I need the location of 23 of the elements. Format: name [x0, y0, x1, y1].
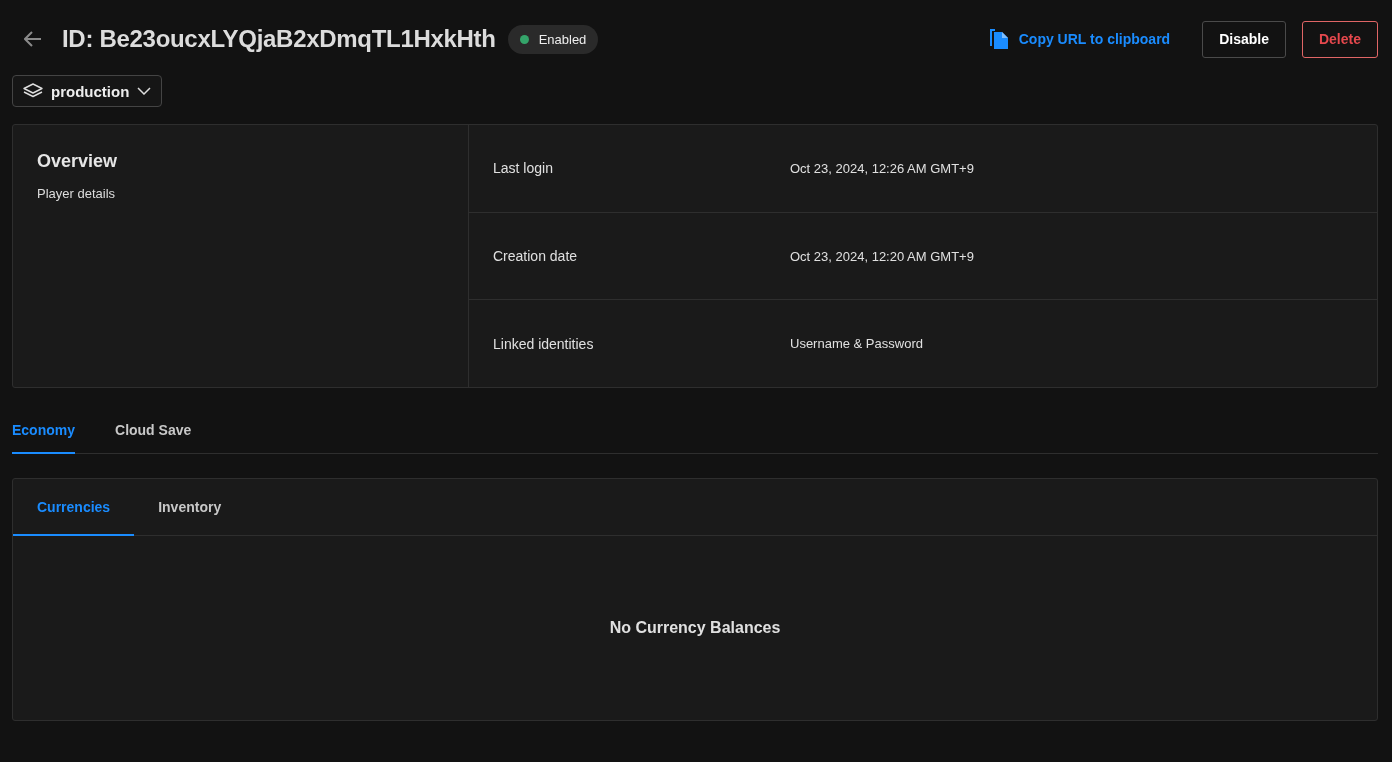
field-label: Creation date — [493, 248, 579, 264]
environment-dropdown[interactable]: production — [12, 75, 163, 107]
overview-subtitle: Player details — [37, 186, 117, 201]
field-value: Username & Password — [790, 336, 923, 352]
page-title: ID: Be23oucxLYQjaB2xDmqTL1HxkHth — [62, 25, 496, 53]
tab[interactable]: Economy — [12, 408, 75, 454]
field-label: Linked identities — [493, 335, 595, 352]
delete-button[interactable]: Delete — [1301, 20, 1378, 58]
back-arrow-icon[interactable] — [24, 31, 42, 47]
chevron-down-icon — [137, 87, 152, 95]
layers-icon — [23, 83, 43, 99]
disable-button[interactable]: Disable — [1202, 20, 1286, 58]
copy-url-link[interactable]: Copy URL to clipboard — [988, 28, 1171, 50]
subtab[interactable]: Inventory — [134, 479, 246, 536]
overview-title: Overview — [37, 151, 119, 172]
field-value: Oct 23, 2024, 12:20 AM GMT+9 — [790, 248, 974, 264]
field-value: Oct 23, 2024, 12:26 AM GMT+9 — [790, 160, 974, 176]
empty-message: No Currency Balances — [609, 619, 781, 637]
field-label: Last login — [493, 160, 554, 177]
tab[interactable]: Cloud Save — [115, 408, 192, 454]
copy-icon — [988, 28, 1011, 50]
subtab[interactable]: Currencies — [13, 479, 135, 536]
status-label: Enabled — [538, 31, 587, 47]
